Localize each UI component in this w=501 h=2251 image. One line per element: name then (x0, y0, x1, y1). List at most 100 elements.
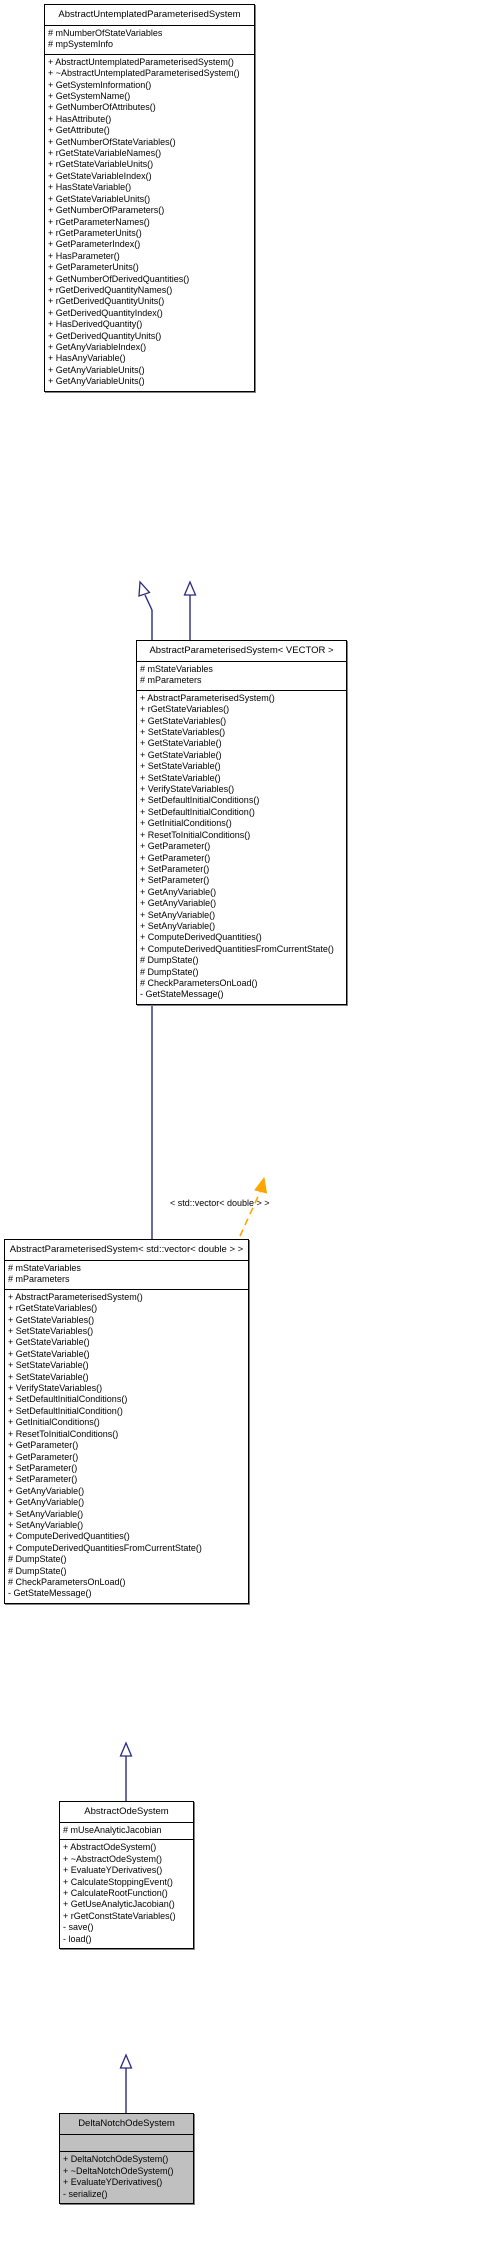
class-operation: + ComputeDerivedQuantitiesFromCurrentSta… (140, 943, 334, 954)
class-operation: + GetInitialConditions() (8, 1417, 100, 1428)
class-operation: + HasDerivedQuantity() (48, 319, 143, 330)
class-operation: # DumpState() (8, 1554, 67, 1565)
class-operation: + GetParameter() (8, 1451, 79, 1462)
class-box-abstract-ode-system[interactable]: AbstractOdeSystem # mUseAnalyticJacobian… (59, 1801, 194, 1950)
class-operation: + rGetParameterUnits() (48, 227, 142, 238)
class-operation: + SetStateVariable() (8, 1360, 89, 1371)
class-title: AbstractOdeSystem (84, 1806, 169, 1817)
class-operation: + AbstractOdeSystem() (63, 1842, 157, 1853)
class-operation: + SetStateVariables() (140, 727, 226, 738)
class-operation: + GetUseAnalyticJacobian() (63, 1899, 175, 1910)
class-operation: + SetParameter() (140, 863, 210, 874)
inheritance-edge-odesystem-to-stdvector (119, 1741, 133, 1806)
class-operations: + AbstractUntemplatedParameterisedSystem… (45, 53, 254, 391)
class-operation: + SetAnyVariable() (140, 920, 216, 931)
class-attributes: # mStateVariables # mParameters (137, 661, 346, 690)
class-operation: + ComputeDerivedQuantities() (8, 1531, 130, 1542)
class-operation: + GetStateVariableIndex() (48, 170, 152, 181)
class-operation: + SetAnyVariable() (8, 1519, 84, 1530)
class-operation: + GetStateVariable() (140, 738, 222, 749)
class-operation: + SetParameter() (8, 1462, 78, 1473)
class-operation: + GetNumberOfStateVariables() (48, 136, 176, 147)
class-operation: - GetStateMessage() (8, 1588, 92, 1599)
class-operation: # CheckParametersOnLoad() (140, 977, 258, 988)
inheritance-edge-deltanotch-to-odesystem (119, 2053, 133, 2118)
class-operation: + SetDefaultInitialConditions() (140, 795, 260, 806)
class-operation: + ComputeDerivedQuantities() (140, 932, 262, 943)
class-operation: + GetStateVariables() (8, 1314, 95, 1325)
class-attributes: # mStateVariables # mParameters (5, 1260, 248, 1289)
class-box-abstract-parameterised-system-stdvector-double[interactable]: AbstractParameterisedSystem< std::vector… (4, 1239, 249, 1604)
class-operation: + GetAttribute() (48, 125, 110, 136)
class-operation: + GetDerivedQuantityIndex() (48, 307, 163, 318)
class-operation: + rGetStateVariables() (8, 1303, 98, 1314)
class-title: DeltaNotchOdeSystem (60, 2114, 193, 2134)
class-attribute: # mNumberOfStateVariables (48, 28, 163, 38)
class-operation: + HasAnyVariable() (48, 353, 126, 364)
class-box-abstract-parameterised-system-vector[interactable]: AbstractParameterisedSystem< VECTOR > # … (136, 640, 347, 1005)
class-operation: + GetAnyVariable() (8, 1497, 85, 1508)
class-operation: + SetParameter() (140, 875, 210, 886)
class-operations: + AbstractOdeSystem() + ~AbstractOdeSyst… (60, 1839, 193, 1948)
class-operation: + CalculateStoppingEvent() (63, 1876, 173, 1887)
class-operation: + HasAttribute() (48, 113, 112, 124)
class-attribute: # mpSystemInfo (48, 39, 114, 50)
class-operation: + GetAnyVariable() (140, 886, 217, 897)
class-operation: + ResetToInitialConditions() (140, 829, 251, 840)
class-operation: + ~DeltaNotchOdeSystem() (63, 2165, 174, 2176)
class-operation: + GetAnyVariable() (8, 1485, 85, 1496)
class-operation: + SetParameter() (8, 1474, 78, 1485)
class-operation: + GetInitialConditions() (140, 818, 232, 829)
class-operation: + AbstractParameterisedSystem() (8, 1291, 143, 1302)
class-operations: + AbstractParameterisedSystem() + rGetSt… (137, 689, 346, 1004)
class-operation: - save() (63, 1922, 94, 1933)
class-operation: + GetAnyVariableIndex() (48, 341, 147, 352)
class-operation: + GetStateVariableUnits() (48, 193, 151, 204)
class-operation: - load() (63, 1933, 92, 1944)
class-attribute: # mStateVariables (8, 1263, 81, 1273)
class-operation: + rGetDerivedQuantityNames() (48, 284, 173, 295)
class-operation: + SetStateVariable() (140, 761, 221, 772)
inheritance-edge-vector-to-untemplated (183, 580, 197, 645)
class-operation: + SetDefaultInitialCondition() (8, 1405, 123, 1416)
class-attribute: # mStateVariables (140, 664, 213, 674)
class-operation: + rGetDerivedQuantityUnits() (48, 296, 165, 307)
class-operation: + GetAnyVariableUnits() (48, 364, 145, 375)
class-operation: + CalculateRootFunction() (63, 1888, 168, 1899)
class-operation: + GetSystemName() (48, 91, 131, 102)
class-operation: + GetNumberOfAttributes() (48, 102, 156, 113)
class-operation: + GetStateVariable() (8, 1337, 90, 1348)
class-operation: + GetParameter() (140, 852, 211, 863)
class-attributes (60, 2134, 193, 2152)
class-operation: # DumpState() (140, 966, 199, 977)
class-operation: + SetStateVariable() (8, 1371, 89, 1382)
class-operation: + VerifyStateVariables() (140, 784, 235, 795)
class-operation: + GetParameterIndex() (48, 239, 141, 250)
class-operation: + GetAnyVariable() (140, 898, 217, 909)
template-binding-label: < std::vector< double > > (170, 1198, 270, 1208)
class-operation: + AbstractParameterisedSystem() (140, 692, 275, 703)
class-operation: + GetStateVariable() (140, 749, 222, 760)
class-operation: + GetDerivedQuantityUnits() (48, 330, 162, 341)
class-operations: + AbstractParameterisedSystem() + rGetSt… (5, 1288, 248, 1603)
class-operation: + SetDefaultInitialConditions() (8, 1394, 128, 1405)
class-box-delta-notch-ode-system[interactable]: DeltaNotchOdeSystem + DeltaNotchOdeSyste… (59, 2113, 194, 2205)
class-title: AbstractUntemplatedParameterisedSystem (58, 9, 241, 20)
class-operation: + GetParameterUnits() (48, 262, 139, 273)
class-box-abstract-untemplated-parameterised-system[interactable]: AbstractUntemplatedParameterisedSystem #… (44, 4, 255, 392)
class-operation: + HasParameter() (48, 250, 120, 261)
class-operation: - serialize() (63, 2188, 108, 2199)
class-operation: + VerifyStateVariables() (8, 1383, 103, 1394)
class-operation: + GetNumberOfDerivedQuantities() (48, 273, 190, 284)
class-operation: # DumpState() (140, 955, 199, 966)
class-operation: + GetStateVariable() (8, 1348, 90, 1359)
class-attribute: # mUseAnalyticJacobian (63, 1825, 162, 1835)
class-operation: + HasStateVariable() (48, 182, 132, 193)
class-operations: + DeltaNotchOdeSystem() + ~DeltaNotchOde… (60, 2151, 193, 2204)
class-operation: + ~AbstractOdeSystem() (63, 1853, 163, 1864)
class-operation: + SetStateVariables() (8, 1326, 94, 1337)
class-operation: + SetStateVariable() (140, 772, 221, 783)
class-operation: + SetAnyVariable() (140, 909, 216, 920)
class-operation: + GetParameter() (140, 841, 211, 852)
class-operation: # DumpState() (8, 1565, 67, 1576)
